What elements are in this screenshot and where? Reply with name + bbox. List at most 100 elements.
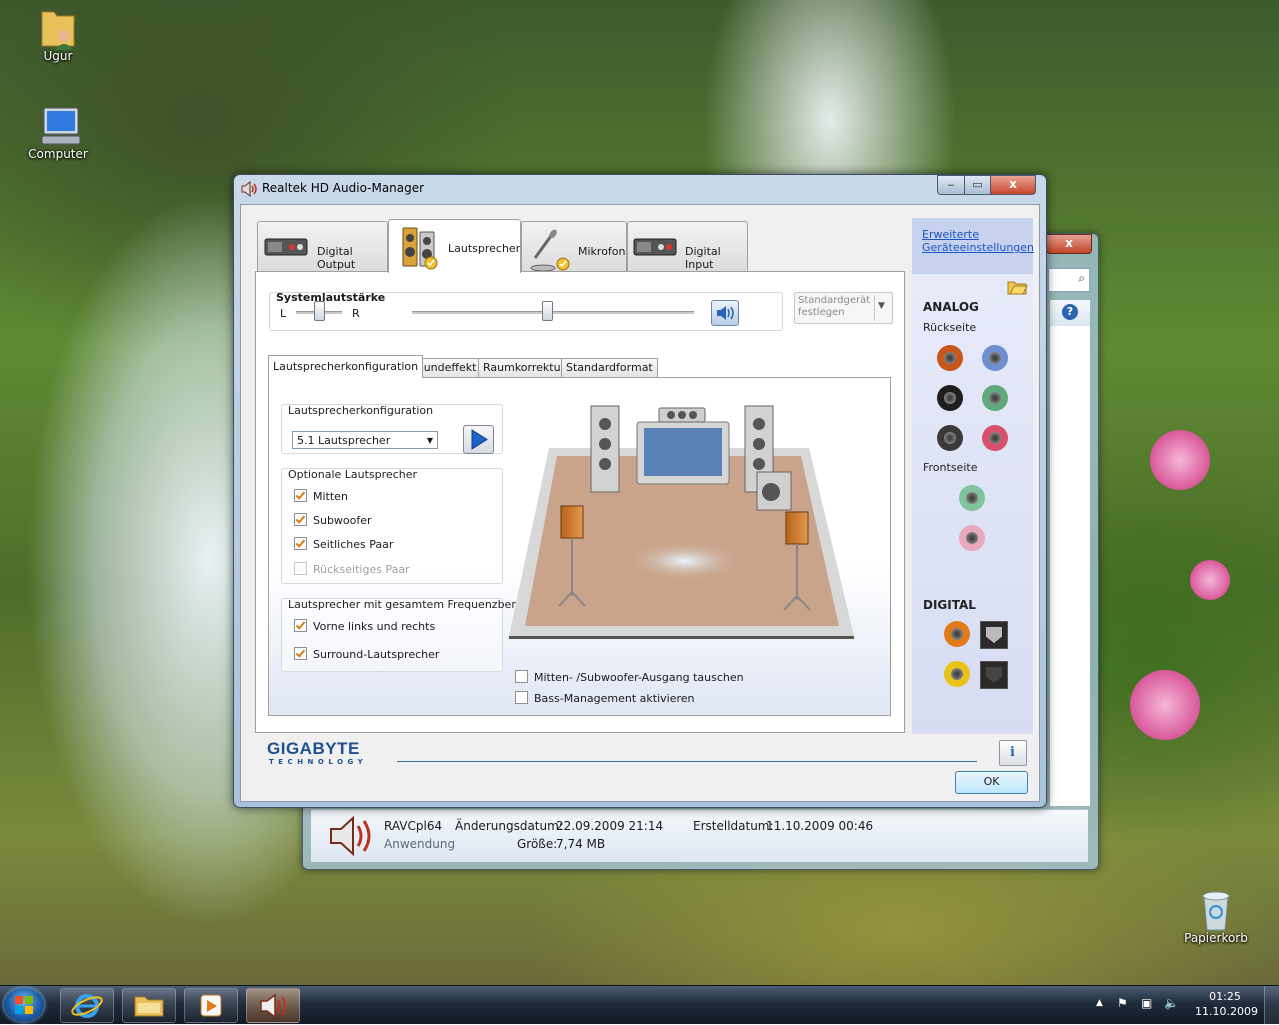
info-button[interactable]: i bbox=[999, 740, 1027, 766]
rear-jack[interactable] bbox=[982, 425, 1008, 451]
set-default-device-button[interactable]: Standardgerät festlegen ▼ bbox=[794, 292, 893, 324]
checkbox-label: Mitten bbox=[313, 490, 348, 503]
tab-standardformat[interactable]: Standardformat bbox=[561, 358, 658, 377]
minimize-button[interactable]: ‒ bbox=[937, 175, 965, 195]
speaker-room-visualization[interactable] bbox=[509, 396, 859, 646]
action-center-flag-icon[interactable]: ⚑ bbox=[1117, 996, 1128, 1010]
title-bar[interactable]: Realtek HD Audio-Manager ‒ ▭ x bbox=[234, 175, 1046, 203]
gigabyte-logo: GIGABYTE bbox=[267, 739, 360, 758]
explorer-close-button[interactable]: x bbox=[1046, 234, 1092, 254]
system-volume-group: Systemlautstärke L R bbox=[269, 291, 783, 331]
modified-value: 22.09.2009 21:14 bbox=[556, 819, 664, 833]
tab-digital-output[interactable]: Digital Output bbox=[257, 221, 388, 272]
checkbox-box bbox=[294, 562, 307, 575]
taskbar-internet-explorer[interactable] bbox=[60, 988, 114, 1023]
footer-divider bbox=[397, 761, 977, 762]
volume-slider-thumb[interactable] bbox=[542, 301, 554, 321]
volume-icon[interactable]: 🔈 bbox=[1164, 996, 1179, 1010]
chevron-down-icon: ▼ bbox=[426, 436, 433, 445]
checkbox-box[interactable] bbox=[294, 513, 307, 526]
digital-optical-in-icon[interactable] bbox=[980, 661, 1008, 689]
chevron-down-icon: ▼ bbox=[878, 301, 885, 311]
speaker-volume-icon bbox=[717, 306, 734, 320]
taskbar-clock[interactable]: 01:25 11.10.2009 bbox=[1195, 989, 1258, 1019]
clock-time: 01:25 bbox=[1209, 990, 1241, 1003]
rear-jack[interactable] bbox=[937, 385, 963, 411]
jack-hole bbox=[989, 352, 1001, 364]
flower-decoration bbox=[1130, 670, 1200, 740]
ok-button[interactable]: OK bbox=[955, 771, 1028, 794]
created-value: 11.10.2009 00:46 bbox=[766, 819, 874, 833]
test-play-button[interactable] bbox=[463, 425, 494, 454]
play-icon bbox=[471, 429, 488, 450]
show-hidden-icons-icon[interactable]: ▲ bbox=[1096, 998, 1103, 1008]
mute-button[interactable] bbox=[711, 300, 739, 326]
windows-logo-icon bbox=[15, 996, 33, 1014]
taskbar-explorer[interactable] bbox=[122, 988, 176, 1023]
taskbar-media-player[interactable] bbox=[184, 988, 238, 1023]
desktop-icon-user[interactable]: Ugur bbox=[18, 6, 98, 63]
media-player-icon bbox=[200, 994, 222, 1017]
speaker-config-select[interactable]: 5.1 Lautsprecher ▼ bbox=[292, 431, 438, 449]
tab-label: Lautsprecher bbox=[448, 242, 521, 255]
checkbox-box[interactable] bbox=[294, 619, 307, 632]
tab-lautsprecherkonfiguration[interactable]: Lautsprecherkonfiguration bbox=[268, 355, 424, 378]
speaker-icon bbox=[260, 993, 286, 1019]
computer-icon bbox=[38, 104, 81, 145]
checkbox-box[interactable] bbox=[515, 691, 528, 704]
checkbox-label: Seitliches Paar bbox=[313, 538, 394, 551]
checkbox-vorne-links-rechts[interactable]: Vorne links und rechts bbox=[294, 619, 435, 633]
analog-title: ANALOG bbox=[923, 300, 979, 314]
digital-title: DIGITAL bbox=[923, 598, 976, 612]
speaker-icon bbox=[241, 181, 257, 197]
checkbox-label: Surround-Lautsprecher bbox=[313, 648, 440, 661]
checkbox-box[interactable] bbox=[294, 647, 307, 660]
checkbox-box[interactable] bbox=[294, 489, 307, 502]
desktop-icon-label: Computer bbox=[28, 147, 88, 161]
tab-mikrofon[interactable]: Mikrofon bbox=[521, 221, 627, 272]
digital-coax-jack[interactable] bbox=[944, 621, 970, 647]
jack-hole bbox=[944, 392, 956, 404]
set-default-line2: festlegen bbox=[798, 307, 845, 318]
microphone-device-icon bbox=[530, 229, 570, 272]
show-desktop-button[interactable] bbox=[1264, 986, 1279, 1024]
front-jack[interactable] bbox=[959, 485, 985, 511]
tab-raumkorrektur[interactable]: Raumkorrektur bbox=[478, 358, 571, 377]
optional-speakers-group: Optionale Lautsprecher Mitten Subwoofer … bbox=[281, 468, 503, 584]
desktop-icon-computer[interactable]: Computer bbox=[18, 104, 98, 161]
network-icon[interactable]: ▣ bbox=[1141, 996, 1152, 1010]
digital-coax-in-jack[interactable] bbox=[944, 661, 970, 687]
checkbox-box[interactable] bbox=[515, 670, 528, 683]
checkbox-box[interactable] bbox=[294, 537, 307, 550]
rear-jack[interactable] bbox=[982, 385, 1008, 411]
balance-slider-thumb[interactable] bbox=[314, 301, 325, 321]
checkbox-subwoofer[interactable]: Subwoofer bbox=[294, 513, 372, 527]
digital-optical-out-icon[interactable] bbox=[980, 621, 1008, 649]
start-button[interactable] bbox=[4, 988, 44, 1022]
checkbox-mitten[interactable]: Mitten bbox=[294, 489, 348, 503]
balance-left-label: L bbox=[280, 307, 287, 320]
front-jack[interactable] bbox=[959, 525, 985, 551]
tab-lautsprecher[interactable]: Lautsprecher bbox=[388, 219, 521, 273]
desktop-background: Ugur Computer Papierkorb x ⌕ ? RAVCpl64 … bbox=[0, 0, 1279, 985]
checkbox-surround[interactable]: Surround-Lautsprecher bbox=[294, 647, 439, 661]
rear-jack[interactable] bbox=[937, 425, 963, 451]
maximize-button[interactable]: ▭ bbox=[964, 175, 991, 195]
taskbar-audio-manager[interactable] bbox=[246, 988, 300, 1023]
checkbox-seitliches-paar[interactable]: Seitliches Paar bbox=[294, 537, 393, 551]
jack-hole bbox=[989, 392, 1001, 404]
tab-digital-input[interactable]: Digital Input bbox=[627, 221, 748, 272]
rear-jack[interactable] bbox=[982, 345, 1008, 371]
folder-icon[interactable] bbox=[1006, 278, 1028, 296]
close-button[interactable]: x bbox=[990, 175, 1036, 195]
help-icon[interactable]: ? bbox=[1062, 304, 1078, 320]
size-value: 7,74 MB bbox=[556, 837, 606, 851]
audio-manager-window[interactable]: Realtek HD Audio-Manager ‒ ▭ x Digital O… bbox=[233, 174, 1047, 808]
checkbox-bass-management[interactable]: Bass-Management aktivieren bbox=[515, 691, 695, 705]
size-label: Größe: bbox=[517, 837, 558, 851]
explorer-search-box[interactable]: ⌕ bbox=[1048, 268, 1090, 292]
desktop-icon-recycle-bin[interactable]: Papierkorb bbox=[1176, 888, 1256, 945]
checkbox-swap-center-sub[interactable]: Mitten- /Subwoofer-Ausgang tauschen bbox=[515, 670, 744, 684]
advanced-settings-link[interactable]: Erweiterte Geräteeinstellungen bbox=[922, 228, 1034, 254]
rear-jack[interactable] bbox=[937, 345, 963, 371]
